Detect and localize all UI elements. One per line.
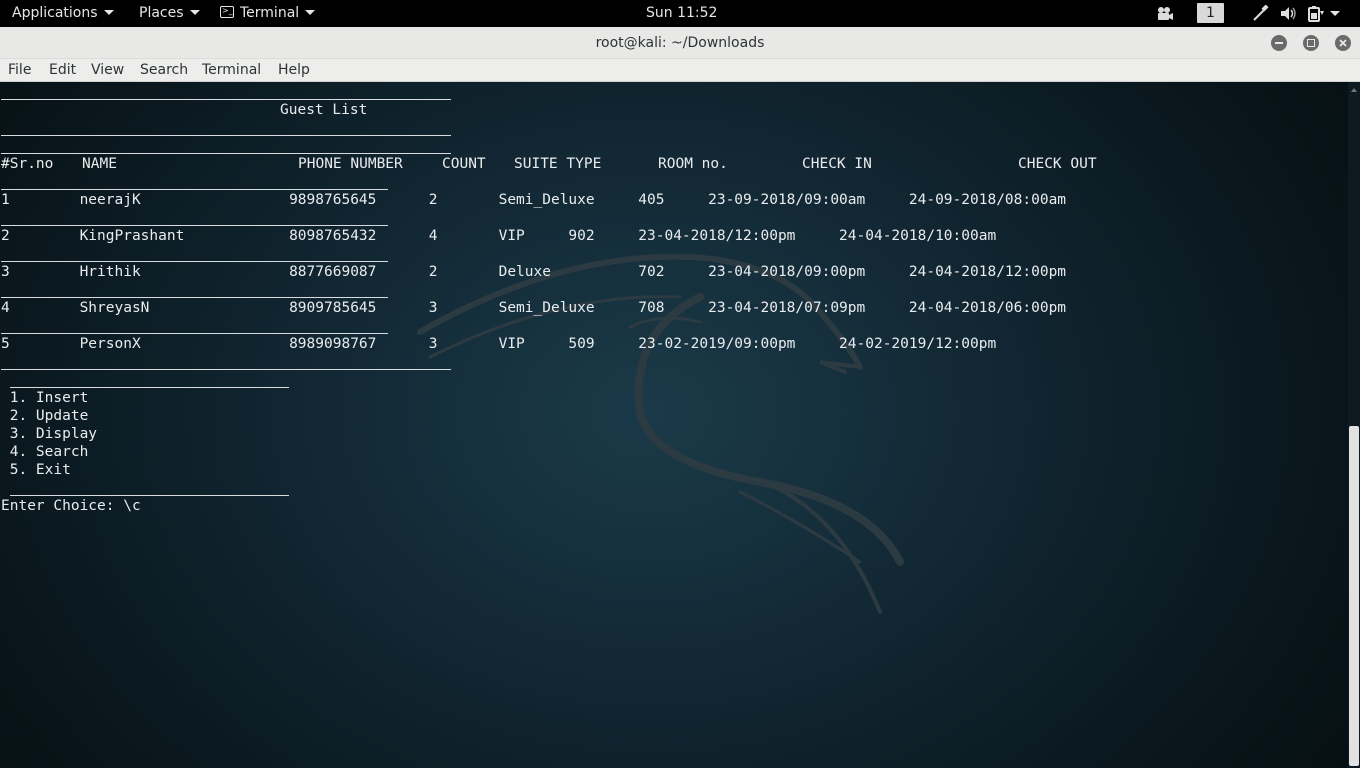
column-header-sr: #Sr.no: [1, 156, 54, 172]
table-row: 3 Hrithik 8877669087 2 Deluxe 702 23-04-…: [1, 264, 1067, 280]
terminal-output[interactable]: Guest List #Sr.no NAME PHONE NUMBER COUN…: [0, 82, 1348, 768]
workspace-indicator[interactable]: 1: [1197, 3, 1224, 23]
scroll-up-icon: [1351, 88, 1357, 92]
column-header-suite: SUITE TYPE: [514, 156, 602, 172]
table-row: 2 KingPrashant 8098765432 4 VIP 902 23-0…: [1, 228, 997, 244]
kali-dragon-logo: [417, 253, 904, 614]
window-titlebar[interactable]: root@kali: ~/Downloads: [0, 27, 1360, 59]
terminal-icon: >_: [220, 6, 234, 18]
divider: [1, 333, 388, 334]
terminal-window: root@kali: ~/Downloads File Edit View Se…: [0, 27, 1360, 768]
network-icon[interactable]: [1252, 5, 1270, 22]
video-camera-icon[interactable]: [1156, 6, 1174, 21]
scrollbar[interactable]: [1348, 82, 1360, 768]
close-icon: [1339, 39, 1347, 47]
top-panel: Applications Places >_ Terminal Sun 11:52…: [0, 0, 1360, 27]
menu-help[interactable]: Help: [278, 59, 310, 82]
window-title: root@kali: ~/Downloads: [595, 35, 765, 51]
menu-option-display: 3. Display: [1, 426, 98, 442]
divider: [1, 369, 451, 370]
chevron-down-icon: [103, 9, 114, 15]
chevron-down-icon: [305, 9, 316, 15]
minimize-button[interactable]: [1271, 35, 1287, 51]
menu-search[interactable]: Search: [140, 59, 188, 82]
menu-bar: File Edit View Search Terminal Help: [0, 59, 1360, 82]
maximize-button[interactable]: [1303, 35, 1319, 51]
column-header-count: COUNT: [442, 156, 486, 172]
divider: [1, 225, 388, 226]
guest-list-heading: Guest List: [280, 102, 368, 118]
places-label: Places: [139, 5, 184, 21]
column-header-checkout: CHECK OUT: [1018, 156, 1097, 172]
applications-menu[interactable]: Applications: [12, 0, 114, 27]
applications-label: Applications: [12, 5, 98, 21]
table-row: 5 PersonX 8989098767 3 VIP 509 23-02-201…: [1, 336, 997, 352]
system-menu-chevron-icon[interactable]: [1330, 11, 1340, 16]
menu-view[interactable]: View: [91, 59, 124, 82]
table-row: 4 ShreyasN 8909785645 3 Semi_Deluxe 708 …: [1, 300, 1067, 316]
divider: [1, 99, 451, 100]
scrollbar-thumb[interactable]: [1349, 426, 1359, 766]
menu-option-insert: 1. Insert: [1, 390, 89, 406]
menu-file[interactable]: File: [8, 59, 31, 82]
table-row: 1 neerajK 9898765645 2 Semi_Deluxe 405 2…: [1, 192, 1067, 208]
terminal-app-menu[interactable]: >_ Terminal: [220, 0, 316, 27]
places-menu[interactable]: Places: [139, 0, 200, 27]
column-header-checkin: CHECK IN: [802, 156, 872, 172]
divider: [1, 189, 388, 190]
terminal-app-label: Terminal: [240, 5, 300, 21]
divider: [1, 135, 451, 136]
menu-option-search: 4. Search: [1, 444, 89, 460]
divider: [1, 261, 388, 262]
column-header-room: ROOM no.: [658, 156, 728, 172]
battery-icon[interactable]: [1307, 5, 1325, 22]
divider: [10, 387, 289, 388]
clock[interactable]: Sun 11:52: [646, 0, 717, 27]
command-prompt: Enter Choice: \c: [1, 498, 141, 514]
divider: [10, 495, 289, 496]
menu-option-exit: 5. Exit: [1, 462, 71, 478]
volume-icon[interactable]: [1280, 6, 1298, 21]
menu-edit[interactable]: Edit: [49, 59, 76, 82]
column-header-name: NAME: [82, 156, 117, 172]
divider: [1, 153, 451, 154]
menu-terminal[interactable]: Terminal: [202, 59, 261, 82]
chevron-down-icon: [189, 9, 200, 15]
menu-option-update: 2. Update: [1, 408, 89, 424]
divider: [1, 297, 388, 298]
close-button[interactable]: [1335, 35, 1351, 51]
column-header-phone: PHONE NUMBER: [298, 156, 403, 172]
